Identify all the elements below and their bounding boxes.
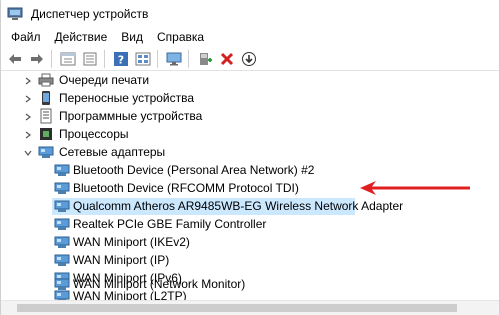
tree-category-label: Очереди печати — [59, 73, 150, 87]
tree-category-software-devices[interactable]: Программные устройства — [1, 107, 499, 126]
processor-icon — [38, 126, 54, 142]
tree-item-adapter[interactable]: WAN Miniport (IKEv2) — [1, 233, 499, 252]
tree-category-processors[interactable]: Процессоры — [1, 125, 499, 144]
menu-action[interactable]: Действие — [49, 28, 114, 47]
device-manager-icon — [7, 7, 23, 21]
download-icon[interactable] — [239, 49, 259, 69]
network-adapter-icon — [54, 252, 70, 268]
tree-item-adapter[interactable]: WAN Miniport (Network Monitor) — [1, 275, 499, 294]
adapter-label: Bluetooth Device (Personal Area Network)… — [73, 163, 315, 177]
tree-category-label: Процессоры — [59, 127, 129, 141]
tree-item-adapter-selected[interactable]: Qualcomm Atheros AR9485WB-EG Wireless Ne… — [1, 197, 499, 216]
device-manager-window: Диспетчер устройств Файл Действие Вид Сп… — [0, 0, 500, 315]
list-icon[interactable] — [80, 49, 100, 69]
adapter-label: WAN Miniport (IP) — [73, 253, 170, 267]
toolbar-separator — [157, 49, 158, 68]
network-adapter-icon — [54, 216, 70, 232]
tree-item-adapter[interactable]: Realtek PCIe GBE Family Controller — [1, 215, 499, 234]
menu-view[interactable]: Вид — [115, 28, 149, 47]
add-driver-icon[interactable] — [195, 49, 215, 69]
adapter-label: Qualcomm Atheros AR9485WB-EG Wireless Ne… — [73, 199, 404, 213]
adapter-label: Realtek PCIe GBE Family Controller — [73, 217, 267, 231]
horizontal-scrollbar[interactable] — [1, 300, 499, 315]
tree-category-print-queues[interactable]: Очереди печати — [1, 71, 499, 90]
expand-chevron-icon[interactable] — [23, 125, 33, 144]
network-adapter-icon — [54, 198, 70, 214]
monitor-icon[interactable] — [164, 49, 184, 69]
collapse-chevron-icon[interactable] — [23, 143, 33, 162]
adapter-label: WAN Miniport (IKEv2) — [73, 235, 190, 249]
tree-category-label: Переносные устройства — [59, 91, 195, 105]
help-icon[interactable]: ? — [111, 49, 131, 69]
tree-category-label: Программные устройства — [59, 109, 203, 123]
menu-help[interactable]: Справка — [151, 28, 210, 47]
menu-bar: Файл Действие Вид Справка — [1, 28, 499, 47]
tree-category-portable-devices[interactable]: Переносные устройства — [1, 89, 499, 108]
expand-chevron-icon[interactable] — [23, 71, 33, 90]
annotation-arrow-icon — [360, 181, 470, 195]
toolbar: ? — [1, 47, 499, 71]
tree-category-label: Сетевые адаптеры — [59, 145, 166, 159]
properties-icon[interactable] — [58, 49, 78, 69]
network-adapter-icon — [38, 144, 54, 160]
svg-text:?: ? — [118, 53, 124, 66]
toolbar-separator — [188, 49, 189, 68]
delete-icon[interactable] — [217, 49, 237, 69]
tree-category-network-adapters[interactable]: Сетевые адаптеры — [1, 143, 499, 162]
title-bar: Диспетчер устройств — [1, 0, 499, 28]
printer-icon — [38, 72, 54, 88]
software-device-icon — [38, 108, 54, 124]
portable-device-icon — [38, 90, 54, 106]
network-adapter-icon — [54, 276, 70, 292]
expand-chevron-icon[interactable] — [23, 89, 33, 108]
tree-item-adapter[interactable]: WAN Miniport (IP) — [1, 251, 499, 270]
forward-arrow-icon[interactable] — [27, 49, 47, 69]
network-adapter-icon — [54, 162, 70, 178]
menu-file[interactable]: Файл — [5, 28, 47, 47]
scrollbar-thumb[interactable] — [17, 304, 457, 312]
adapter-label: Bluetooth Device (RFCOMM Protocol TDI) — [73, 181, 299, 195]
view-icon[interactable] — [133, 49, 153, 69]
window-title: Диспетчер устройств — [31, 7, 149, 21]
expand-chevron-icon[interactable] — [23, 107, 33, 126]
network-adapter-icon — [54, 234, 70, 250]
network-adapter-icon — [54, 180, 70, 196]
toolbar-separator — [104, 49, 105, 68]
adapter-label: WAN Miniport (Network Monitor) — [73, 277, 246, 291]
back-arrow-icon[interactable] — [5, 49, 25, 69]
toolbar-separator — [51, 49, 52, 68]
